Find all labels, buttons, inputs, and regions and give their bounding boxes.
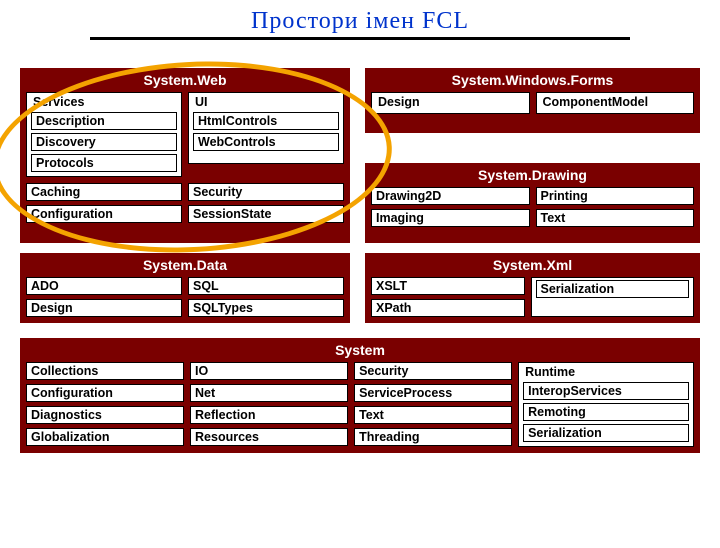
panel-title: System.Windows.Forms <box>371 72 694 88</box>
subpanel-title: Services <box>31 95 177 109</box>
page-title: Простори імен FCL <box>0 8 720 35</box>
ns-item: Collections <box>26 362 184 380</box>
subpanel: Serialization <box>531 277 695 317</box>
ns-item: XPath <box>371 299 525 317</box>
panel-system-drawing: System.Drawing Drawing2D Imaging Printin… <box>365 163 700 243</box>
panel-title: System.Drawing <box>371 167 694 183</box>
subpanel-title: UI <box>193 95 339 109</box>
subpanel-ui: UI HtmlControls WebControls <box>188 92 344 164</box>
panel-system-xml: System.Xml XSLT XPath Serialization <box>365 253 700 323</box>
ns-item: Diagnostics <box>26 406 184 424</box>
ns-item: ComponentModel <box>541 95 690 109</box>
ns-item: WebControls <box>193 133 339 151</box>
subpanel: Design <box>371 92 530 114</box>
ns-item: Printing <box>536 187 695 205</box>
ns-item: SQL <box>188 277 344 295</box>
ns-item: Text <box>354 406 512 424</box>
ns-item: Configuration <box>26 384 184 402</box>
panel-system-windows-forms: System.Windows.Forms Design ComponentMod… <box>365 68 700 133</box>
panel-system-data: System.Data ADO Design SQL SQLTypes <box>20 253 350 323</box>
ns-item: Globalization <box>26 428 184 446</box>
ns-item: Remoting <box>523 403 689 421</box>
ns-item: Caching <box>26 183 182 201</box>
ns-item: Security <box>354 362 512 380</box>
title-underline <box>90 37 630 40</box>
ns-item: Resources <box>190 428 348 446</box>
ns-item: HtmlControls <box>193 112 339 130</box>
ns-item: Imaging <box>371 209 530 227</box>
ns-item: Reflection <box>190 406 348 424</box>
ns-item: Discovery <box>31 133 177 151</box>
ns-item: Design <box>376 95 525 109</box>
ns-item: Net <box>190 384 348 402</box>
ns-item: InteropServices <box>523 382 689 400</box>
subpanel-services: Services Description Discovery Protocols <box>26 92 182 177</box>
subpanel: ComponentModel <box>536 92 695 114</box>
ns-item: Drawing2D <box>371 187 530 205</box>
ns-item: ServiceProcess <box>354 384 512 402</box>
ns-item: IO <box>190 362 348 380</box>
ns-item: SQLTypes <box>188 299 344 317</box>
panel-title: System.Web <box>26 72 344 88</box>
subpanel-title: Runtime <box>523 365 689 379</box>
panel-system-web: System.Web Services Description Discover… <box>20 68 350 243</box>
ns-item: ADO <box>26 277 182 295</box>
panel-title: System.Data <box>26 257 344 273</box>
ns-item: Serialization <box>523 424 689 442</box>
ns-item: Design <box>26 299 182 317</box>
ns-item: SessionState <box>188 205 344 223</box>
ns-item: XSLT <box>371 277 525 295</box>
ns-item: Configuration <box>26 205 182 223</box>
ns-item: Text <box>536 209 695 227</box>
ns-item: Protocols <box>31 154 177 172</box>
panel-title: System.Xml <box>371 257 694 273</box>
ns-item: Threading <box>354 428 512 446</box>
panel-title: System <box>26 342 694 358</box>
subpanel-runtime: Runtime InteropServices Remoting Seriali… <box>518 362 694 447</box>
ns-item: Description <box>31 112 177 130</box>
ns-item: Serialization <box>536 280 690 298</box>
ns-item: Security <box>188 183 344 201</box>
panel-system: System Collections Configuration Diagnos… <box>20 338 700 453</box>
